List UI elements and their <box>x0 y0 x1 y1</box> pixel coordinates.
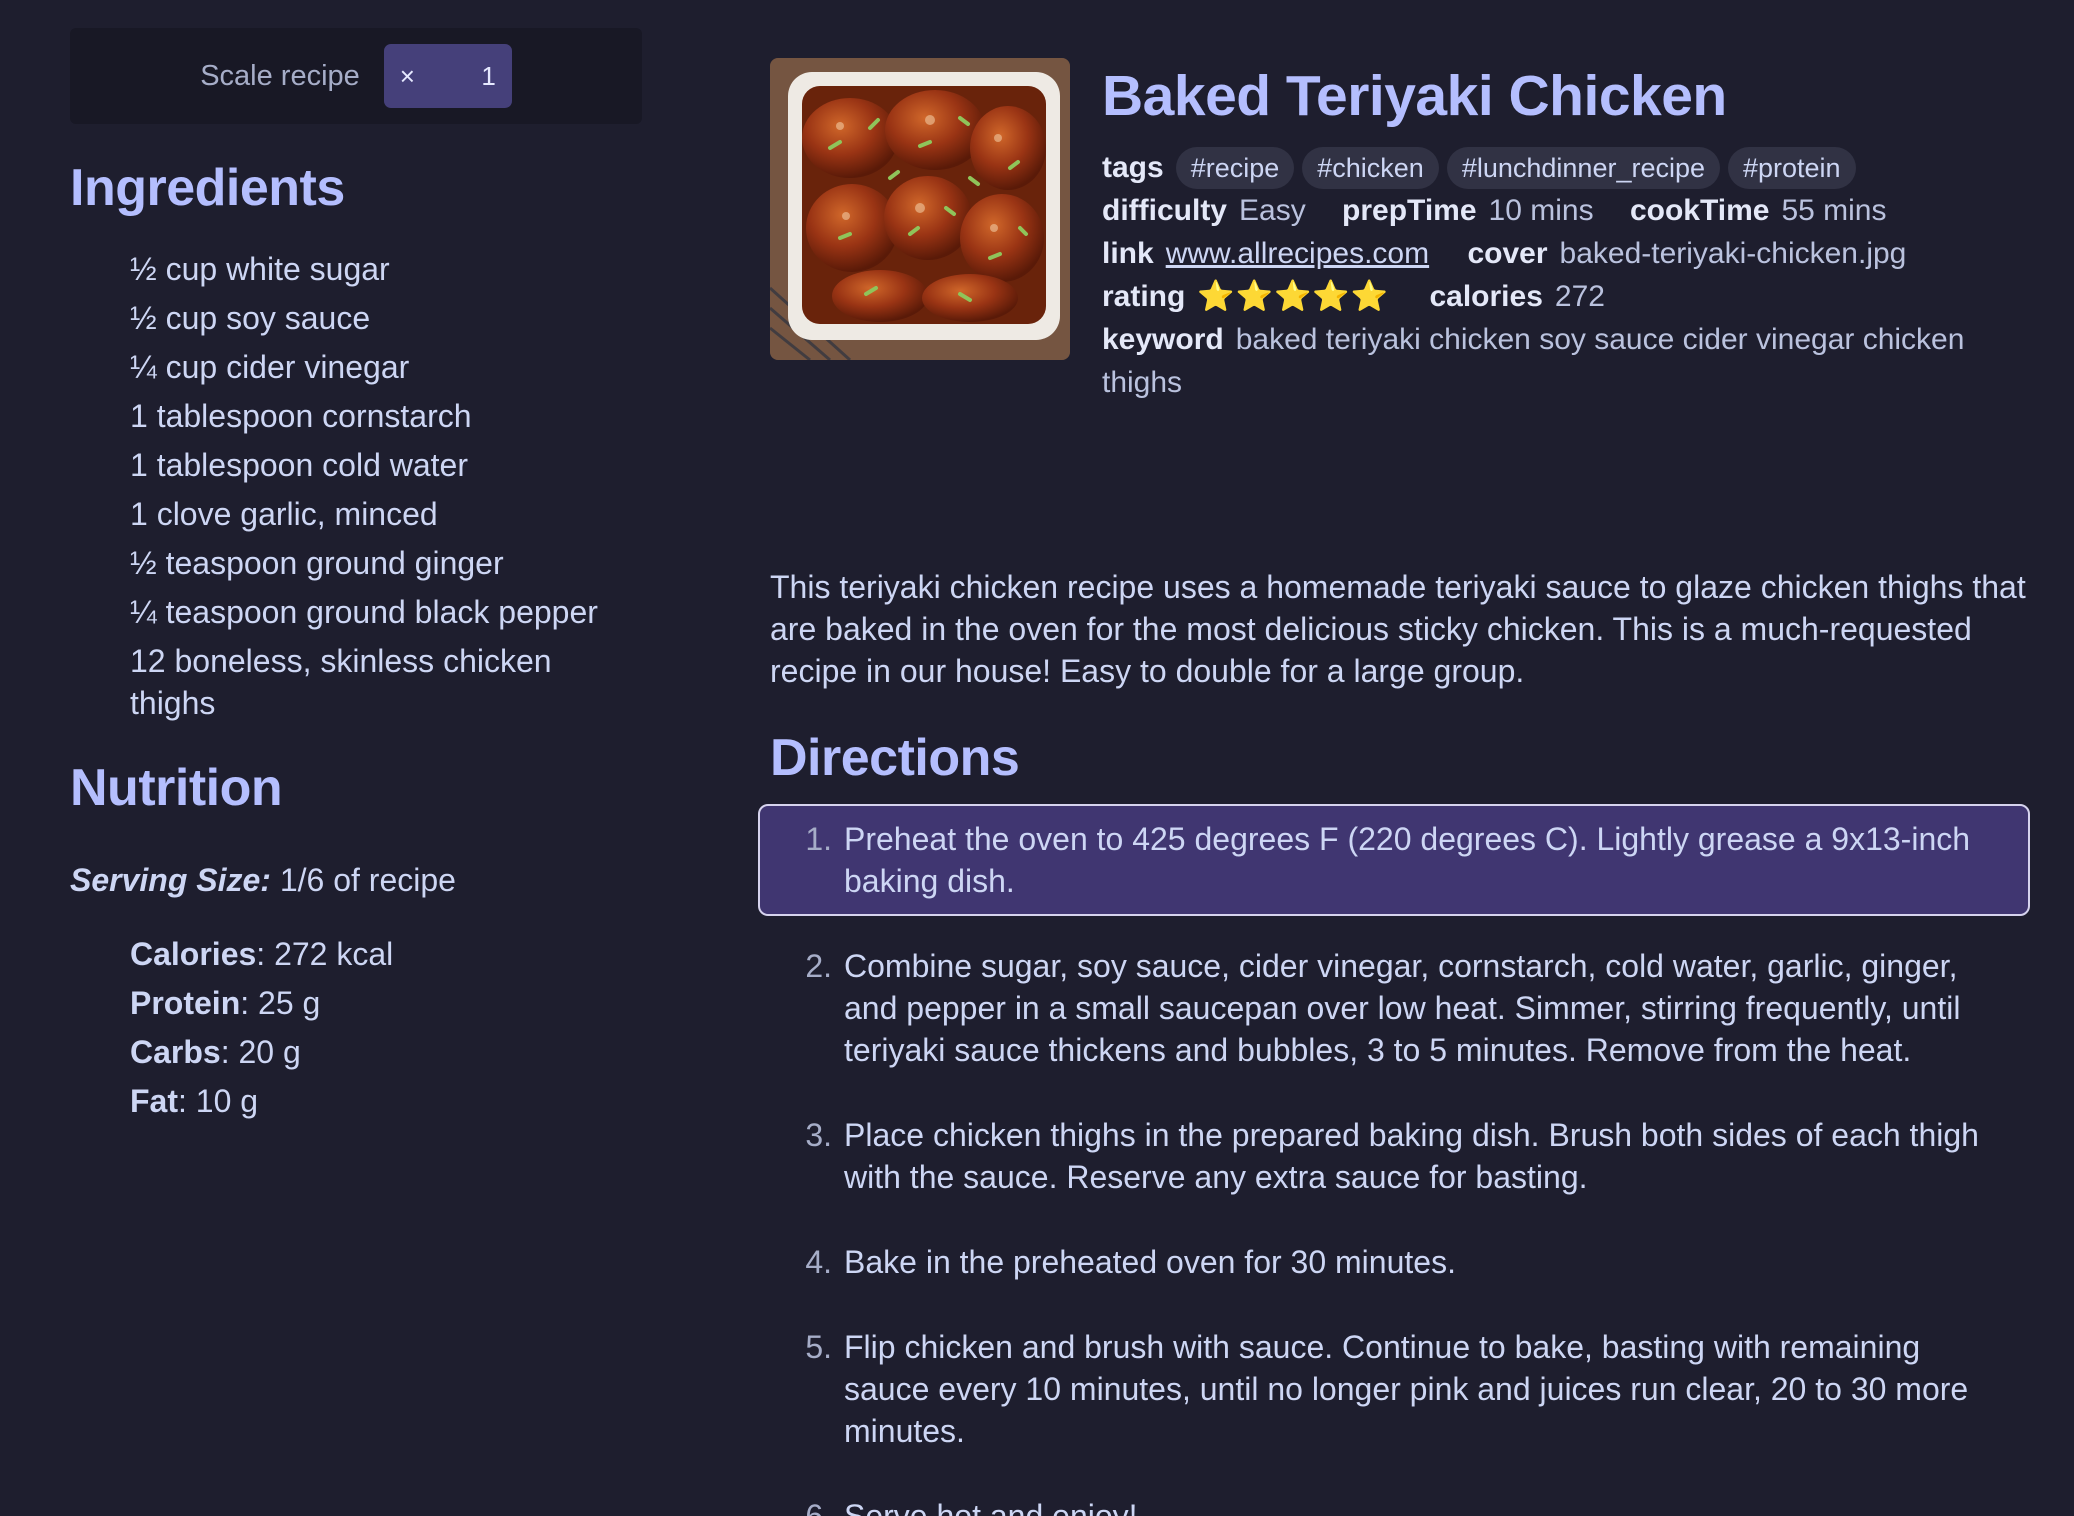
multiply-icon: × <box>399 60 415 91</box>
ingredient-item: 1 tablespoon cold water <box>130 447 468 483</box>
ingredient-item: 1 tablespoon cornstarch <box>130 398 472 434</box>
ingredient-item: ½ teaspoon ground ginger <box>130 545 504 581</box>
keyword-value: baked teriyaki chicken soy sauce cider v… <box>1102 323 1965 399</box>
nutrition-value: : 20 g <box>220 1034 301 1070</box>
tag-protein[interactable]: #protein <box>1728 146 1856 189</box>
recipe-title: Baked Teriyaki Chicken <box>1102 64 1727 128</box>
nutrition-list: Calories: 272 kcal Protein: 25 g Carbs: … <box>70 933 642 1122</box>
scale-recipe-panel: Scale recipe × 1 <box>70 28 642 124</box>
step-text: Flip chicken and brush with sauce. Conti… <box>844 1329 1969 1449</box>
nutrition-item: Carbs: 20 g <box>130 1031 642 1073</box>
direction-step[interactable]: 2. Combine sugar, soy sauce, cider vinega… <box>758 931 2030 1085</box>
step-text: Place chicken thighs in the prepared bak… <box>844 1117 1979 1195</box>
ingredients-list: ½ cup white sugar ½ cup soy sauce ¼ cup … <box>70 248 642 724</box>
step-number: 3. <box>805 1117 832 1153</box>
preptime-label: prepTime <box>1342 194 1477 227</box>
tags-label: tags <box>1102 151 1164 184</box>
step-number: 5. <box>805 1329 832 1365</box>
nutrition-label: Carbs <box>130 1034 221 1070</box>
serving-size-label: Serving Size: <box>70 862 271 898</box>
difficulty-label: difficulty <box>1102 194 1227 227</box>
serving-size: Serving Size: 1/6 of recipe <box>70 862 642 899</box>
step-number: 6. <box>805 1498 832 1516</box>
ingredient-item: 12 boneless, skinless chicken thighs <box>130 643 552 721</box>
scale-recipe-label: Scale recipe <box>200 59 360 92</box>
nutrition-label: Protein <box>130 985 241 1021</box>
ingredient-item: ½ cup soy sauce <box>130 300 371 336</box>
rating-label: rating <box>1102 280 1186 313</box>
ingredients-heading: Ingredients <box>70 159 345 217</box>
left-column: Scale recipe × 1 Ingredients ½ cup white… <box>70 28 642 1129</box>
recipe-page: Scale recipe × 1 Ingredients ½ cup white… <box>0 0 2074 1516</box>
direction-step[interactable]: 3. Place chicken thighs in the prepared b… <box>758 1100 2030 1212</box>
direction-step[interactable]: 1. Preheat the oven to 425 degrees F (220… <box>758 804 2030 916</box>
step-text: Serve hot and enjoy! <box>844 1498 1138 1516</box>
step-text: Bake in the preheated oven for 30 minute… <box>844 1244 1456 1280</box>
difficulty-value: Easy <box>1239 194 1306 227</box>
teriyaki-chicken-photo <box>770 58 1070 360</box>
tag-chicken[interactable]: #chicken <box>1302 146 1439 189</box>
rating-stars-icon: ⭐⭐⭐⭐⭐ <box>1197 280 1390 313</box>
scale-value[interactable]: 1 <box>481 61 495 92</box>
nutrition-item: Fat: 10 g <box>130 1080 642 1122</box>
nutrition-value: : 10 g <box>178 1083 259 1119</box>
source-link[interactable]: www.allrecipes.com <box>1166 237 1429 270</box>
direction-step[interactable]: 6. Serve hot and enjoy! <box>758 1481 2030 1516</box>
tag-recipe[interactable]: #recipe <box>1175 146 1295 189</box>
direction-step[interactable]: 4. Bake in the preheated oven for 30 minu… <box>758 1227 2030 1297</box>
directions-heading: Directions <box>770 729 1020 787</box>
ingredient-item: ¼ cup cider vinegar <box>130 349 410 385</box>
ingredient-item: ½ cup white sugar <box>130 251 390 287</box>
recipe-metadata: Baked Teriyaki Chicken tags #recipe #chi… <box>1102 58 2032 404</box>
recipe-description: This teriyaki chicken recipe uses a home… <box>770 569 2026 689</box>
nutrition-value: : 25 g <box>240 985 321 1021</box>
calories-value: 272 <box>1554 280 1605 313</box>
keyword-label: keyword <box>1102 323 1224 356</box>
direction-step[interactable]: 5. Flip chicken and brush with sauce. Con… <box>758 1312 2030 1466</box>
ingredient-item: 1 clove garlic, minced <box>130 496 438 532</box>
step-number: 2. <box>805 948 832 984</box>
step-text: Combine sugar, soy sauce, cider vinegar,… <box>844 948 1961 1068</box>
link-row: link www.allrecipes.com cover baked-teriya… <box>1102 232 2032 275</box>
step-number: 1. <box>805 821 832 857</box>
nutrition-item: Calories: 272 kcal <box>130 933 642 975</box>
cover-label: cover <box>1467 237 1548 270</box>
directions-list: 1. Preheat the oven to 425 degrees F (220… <box>758 804 2030 1516</box>
cover-value: baked-teriyaki-chicken.jpg <box>1559 237 1907 270</box>
nutrition-item: Protein: 25 g <box>130 982 642 1024</box>
step-text: Preheat the oven to 425 degrees F (220 d… <box>844 821 1971 899</box>
step-number: 4. <box>805 1244 832 1280</box>
nutrition-label: Fat <box>130 1083 178 1119</box>
calories-label: calories <box>1429 280 1543 313</box>
ingredient-item: ¼ teaspoon ground black pepper <box>130 594 598 630</box>
tag-lunchdinner-recipe[interactable]: #lunchdinner_recipe <box>1446 146 1720 189</box>
rating-row: rating ⭐⭐⭐⭐⭐ calories 272 <box>1102 275 2032 318</box>
nutrition-heading: Nutrition <box>70 759 283 817</box>
nutrition-label: Calories <box>130 936 257 972</box>
serving-size-value: 1/6 of recipe <box>279 862 456 898</box>
cover-image <box>770 58 1070 360</box>
cooktime-value: 55 mins <box>1781 194 1887 227</box>
link-label: link <box>1102 237 1154 270</box>
timing-row: difficulty Easy prepTime 10 mins cookTime 5… <box>1102 189 2032 232</box>
cooktime-label: cookTime <box>1629 194 1770 227</box>
preptime-value: 10 mins <box>1488 194 1594 227</box>
nutrition-value: : 272 kcal <box>256 936 394 972</box>
keyword-row: keyword baked teriyaki chicken soy sauce … <box>1102 318 2032 404</box>
tags-row: tags #recipe #chicken #lunchdinner_recip… <box>1102 146 2032 189</box>
scale-input[interactable]: × 1 <box>383 44 512 108</box>
